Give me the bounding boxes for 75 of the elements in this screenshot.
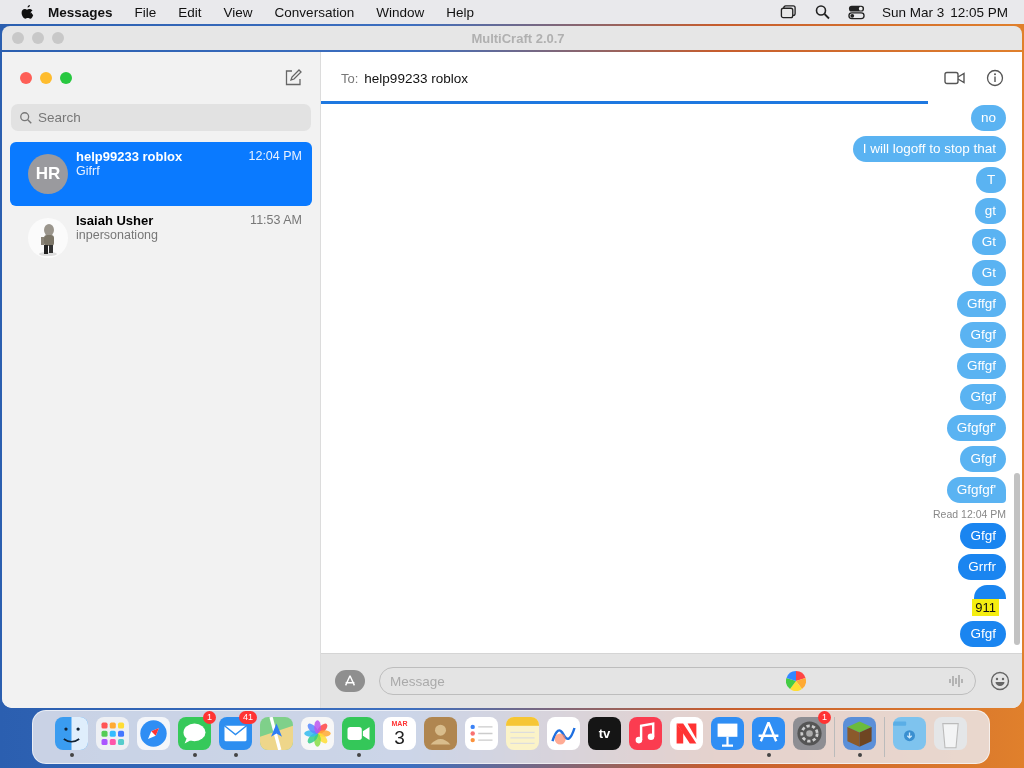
message-bubble[interactable]: Grrfr [958,554,1006,580]
search-icon[interactable] [813,4,831,20]
message-bubble[interactable]: Gt [971,260,1006,286]
read-receipt: Read 12:04 PM [933,508,1006,520]
app-grid-icon[interactable] [96,717,129,750]
grass-block-icon[interactable] [843,717,876,750]
message-bubble[interactable]: gt [974,198,1006,224]
message-bubble[interactable]: Gfgf [960,384,1006,410]
scroll-bar[interactable] [1014,473,1020,645]
message-preview: Gifrf [76,164,101,178]
message-bubble[interactable]: Gfgf [960,621,1006,647]
contact-name: help99233 roblox [76,149,183,164]
sticker-label: 911 [972,599,999,616]
menu-item[interactable]: File [134,4,157,20]
message-time: 11:53 AM [250,213,302,228]
message-time: 12:04 PM [248,149,302,164]
message-bubble[interactable]: Gfgf [960,446,1006,472]
address-book-icon[interactable] [424,717,457,750]
conversation-item[interactable]: Isaiah Usher 11:53 AM inpersonationg [10,206,312,270]
zoom-button[interactable] [60,72,72,84]
flower-icon[interactable] [301,717,334,750]
contact-name: Isaiah Usher [76,213,154,228]
apple-logo-icon[interactable] [20,4,34,20]
app-store-icon [343,674,357,688]
search-field[interactable]: Search [11,104,311,131]
app-store-icon[interactable] [752,717,785,750]
podium-icon[interactable] [711,717,744,750]
map-icon[interactable] [260,717,293,750]
menu-item[interactable]: Messages [48,4,113,20]
trash-icon[interactable] [934,717,967,750]
message-field[interactable]: Message [379,667,976,695]
menu-item[interactable]: Help [446,4,474,20]
tv-icon[interactable]: tv [588,717,621,750]
compose-icon[interactable] [284,69,302,87]
message-bubble[interactable]: Gffgf [956,291,1006,317]
message-bubble[interactable]: Gt [971,229,1006,255]
windows-icon[interactable] [779,4,797,20]
control-center-icon[interactable] [847,4,865,20]
close-button[interactable] [20,72,32,84]
tv-label: tv [598,726,611,741]
message-bubble[interactable]: Gffgf [956,353,1006,379]
recipient-name[interactable]: help99233 roblox [364,70,468,86]
menu-item[interactable]: Edit [178,4,202,20]
message-bubble[interactable]: no [970,105,1006,131]
conversation-item[interactable]: HR help99233 roblox 12:04 PM Gifrf [10,142,312,206]
message-preview: inpersonationg [76,228,159,242]
menu-item[interactable]: Window [376,4,425,20]
message-bubble[interactable]: Gfgf [960,322,1006,348]
color-wheel-icon[interactable] [786,671,806,691]
message-bubble[interactable]: Gfgf [960,523,1006,549]
emoji-icon[interactable] [990,671,1010,691]
avatar: HR [28,154,68,194]
message-bubble[interactable]: Gfgfgf' [946,415,1006,441]
to-label: To: [341,70,359,86]
notification-badge: 41 [239,711,257,724]
menu-bar-date[interactable]: Sun Mar 3 [881,4,945,20]
music-note-icon[interactable] [629,717,662,750]
menu-item[interactable]: Conversation [274,4,355,20]
scribble-icon[interactable] [547,717,580,750]
menu-bar-time[interactable]: 12:05 PM [950,4,1008,20]
checklist-icon[interactable] [465,717,498,750]
smiling-face-icon[interactable] [55,717,88,750]
message-bubble[interactable]: I will logoff to stop that [852,136,1006,162]
calendar-day: 3 [394,728,405,748]
info-icon[interactable] [984,69,1006,87]
news-icon[interactable] [670,717,703,750]
compass-icon[interactable] [137,717,170,750]
search-icon [19,111,33,125]
message-bubble[interactable]: T [976,167,1006,193]
menu-item[interactable]: View [223,4,253,20]
video-camera-icon[interactable] [944,69,966,87]
apps-button[interactable] [335,670,365,692]
message-bubble[interactable] [974,585,1006,599]
download-folder-icon[interactable] [893,717,926,750]
message-bubble[interactable]: Gfgfgf' [946,477,1006,503]
